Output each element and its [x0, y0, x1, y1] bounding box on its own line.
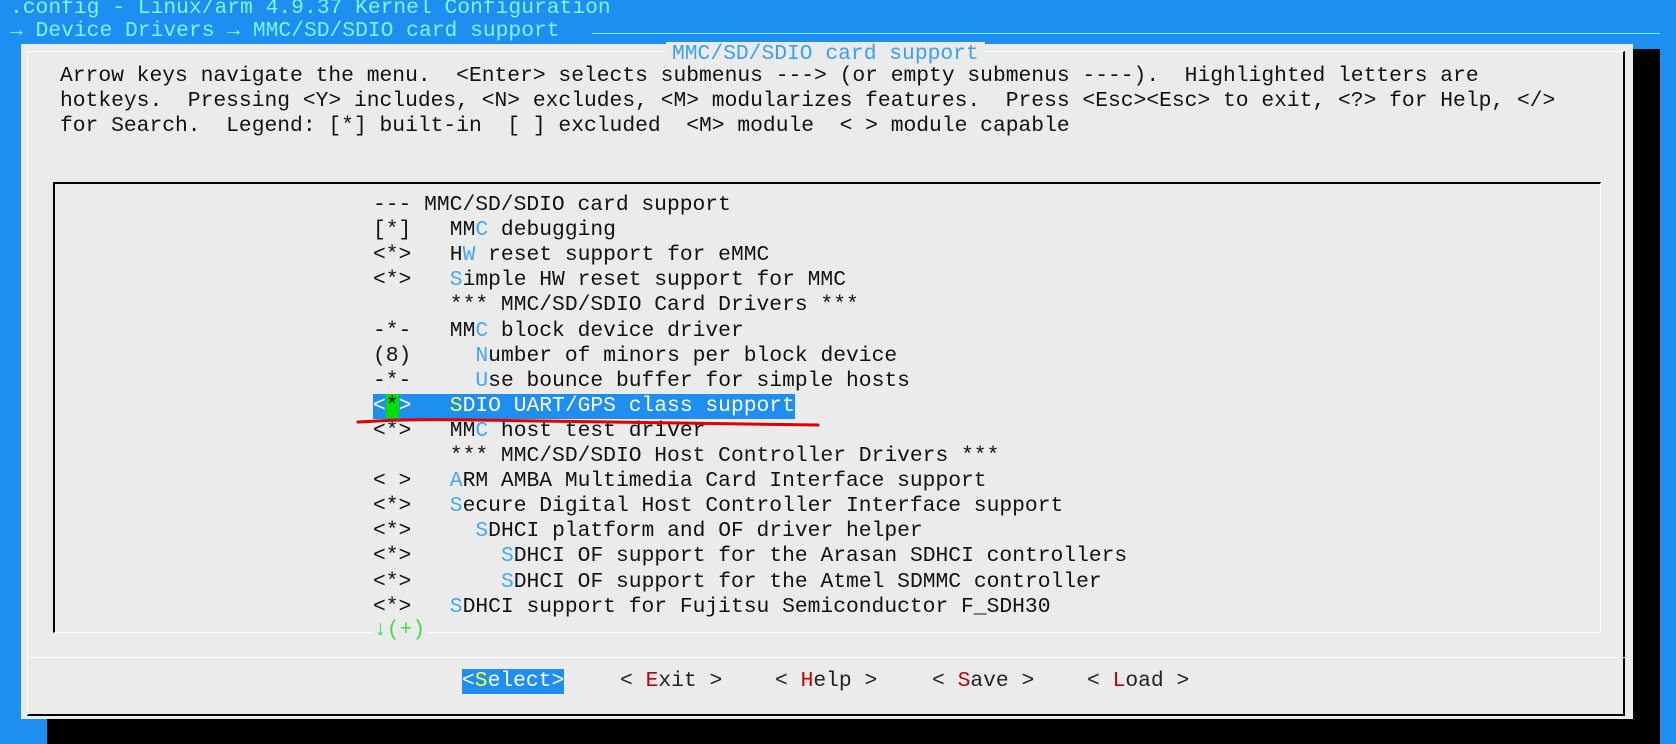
- hotkey-letter: S: [449, 494, 463, 519]
- menu-item-state[interactable]: -*-: [373, 369, 450, 394]
- menu-item[interactable]: <*> Secure Digital Host Controller Interf…: [373, 494, 1063, 519]
- menu-item[interactable]: *** MMC/SD/SDIO Card Drivers ***: [373, 293, 859, 318]
- menu-item-state[interactable]: <*>: [373, 494, 450, 519]
- menu-item-label: MMC debugging: [449, 218, 616, 243]
- help-text-line: Arrow keys navigate the menu. <Enter> se…: [60, 64, 1479, 88]
- exit-button[interactable]: < Exit >: [620, 669, 722, 694]
- hotkey-letter: S: [475, 519, 489, 544]
- help-button[interactable]: < Help >: [775, 669, 877, 694]
- hotkey-letter: N: [475, 343, 489, 368]
- menu-item-label: ARM AMBA Multimedia Card Interface suppo…: [449, 469, 987, 494]
- button-divider: [28, 657, 1625, 658]
- hotkey-letter: C: [475, 418, 489, 443]
- menu-item-label: --- MMC/SD/SDIO card support: [373, 193, 731, 217]
- menu-item-label: *** MMC/SD/SDIO Host Controller Drivers …: [449, 444, 1000, 468]
- menu-item[interactable]: <*> SDHCI OF support for the Arasan SDHCI…: [373, 544, 1127, 569]
- hotkey-letter: S: [449, 268, 463, 293]
- menu-item-state[interactable]: <*>: [373, 268, 450, 293]
- hotkey-letter: U: [475, 368, 489, 393]
- menu-item-label: MMC block device driver: [449, 318, 744, 343]
- menu-item[interactable]: <*> MMC host test driver: [373, 419, 705, 444]
- help-text-line: hotkeys. Pressing <Y> includes, <N> excl…: [60, 89, 1556, 113]
- state-cursor: *: [385, 393, 399, 418]
- state-bracket: >: [398, 393, 412, 418]
- load-button[interactable]: < Load >: [1087, 669, 1189, 694]
- state-bracket: <: [373, 393, 386, 418]
- hotkey-letter: S: [957, 669, 971, 693]
- menu-item[interactable]: *** MMC/SD/SDIO Host Controller Drivers …: [373, 444, 1000, 469]
- menu-item-label: SDHCI support for Fujitsu Semiconductor …: [449, 594, 1051, 619]
- menu-item[interactable]: [*] MMC debugging: [373, 218, 616, 243]
- help-text-line: for Search. Legend: [*] built-in [ ] exc…: [60, 114, 1070, 138]
- menu-item-label: Number of minors per block device: [475, 343, 898, 368]
- dialog: MMC/SD/SDIO card support Arrow keys navi…: [21, 42, 1633, 719]
- menu-item-state[interactable]: <*>: [373, 243, 450, 268]
- menu-item-label: SDIO UART/GPS class support: [449, 393, 795, 418]
- menu-item-state[interactable]: <*>: [373, 544, 450, 569]
- menu-item-state[interactable]: < >: [373, 469, 450, 494]
- menu-item[interactable]: <*> Simple HW reset support for MMC: [373, 268, 846, 293]
- menu-item[interactable]: <*> SDHCI platform and OF driver helper: [373, 519, 923, 544]
- menu-item[interactable]: (8) Number of minors per block device: [373, 344, 897, 369]
- menu-item-state[interactable]: (8): [373, 344, 450, 369]
- menu-item-label: Use bounce buffer for simple hosts: [475, 368, 910, 393]
- menu-item-state[interactable]: [*]: [373, 218, 450, 243]
- menu-item[interactable]: --- MMC/SD/SDIO card support: [373, 193, 731, 218]
- scroll-more-indicator: ↓(+): [372, 618, 428, 643]
- breadcrumb: → Device Drivers → MMC/SD/SDIO card supp…: [10, 19, 560, 43]
- menu-item-state[interactable]: <*>: [373, 570, 450, 595]
- hotkey-letter: S: [500, 544, 514, 569]
- menu-item-label: SDHCI platform and OF driver helper: [475, 519, 923, 544]
- menu-item-state[interactable]: <*>: [373, 519, 450, 544]
- menu-item-state[interactable]: -*-: [373, 319, 450, 344]
- menu-item-state[interactable]: <*>: [373, 393, 450, 419]
- hotkey-letter: L: [1112, 669, 1126, 693]
- menu-item-label: HW reset support for eMMC: [449, 243, 770, 268]
- menu-item-label: *** MMC/SD/SDIO Card Drivers ***: [449, 293, 859, 318]
- menu-item-label: SDHCI OF support for the Atmel SDMMC con…: [500, 569, 1102, 594]
- hotkey-letter: C: [475, 218, 489, 243]
- hotkey-letter: S: [500, 569, 514, 594]
- hotkey-letter: S: [449, 594, 463, 619]
- select-button[interactable]: <Select>: [462, 669, 565, 694]
- menu-item-state[interactable]: <*>: [373, 595, 450, 620]
- hotkey-letter: S: [474, 669, 488, 693]
- save-button[interactable]: < Save >: [932, 669, 1034, 694]
- hotkey-letter: S: [449, 393, 463, 418]
- menu-item[interactable]: < > ARM AMBA Multimedia Card Interface su…: [373, 469, 987, 494]
- menu-item[interactable]: <*> SDIO UART/GPS class support: [373, 393, 795, 419]
- window-title: .config - Linux/arm 4.9.37 Kernel Config…: [10, 0, 611, 20]
- hotkey-letter: A: [449, 469, 463, 494]
- hotkey-letter: C: [475, 318, 489, 343]
- hotkey-letter: H: [800, 669, 814, 693]
- menu-item-label: Simple HW reset support for MMC: [449, 268, 846, 293]
- menu-item[interactable]: -*- Use bounce buffer for simple hosts: [373, 369, 910, 394]
- breadcrumb-rule: [592, 33, 1660, 34]
- menu-item-label: MMC host test driver: [449, 418, 706, 443]
- menu-item-label: SDHCI OF support for the Arasan SDHCI co…: [500, 544, 1128, 569]
- hotkey-letter: W: [462, 243, 476, 268]
- hotkey-letter: E: [645, 669, 659, 693]
- menu-item[interactable]: <*> SDHCI OF support for the Atmel SDMMC …: [373, 570, 1102, 595]
- menu-item-state[interactable]: <*>: [373, 419, 450, 444]
- menu-item[interactable]: <*> HW reset support for eMMC: [373, 243, 769, 268]
- menu-item[interactable]: <*> SDHCI support for Fujitsu Semiconduct…: [373, 595, 1050, 620]
- menu-item[interactable]: -*- MMC block device driver: [373, 319, 744, 344]
- menu-item-label: Secure Digital Host Controller Interface…: [449, 494, 1064, 519]
